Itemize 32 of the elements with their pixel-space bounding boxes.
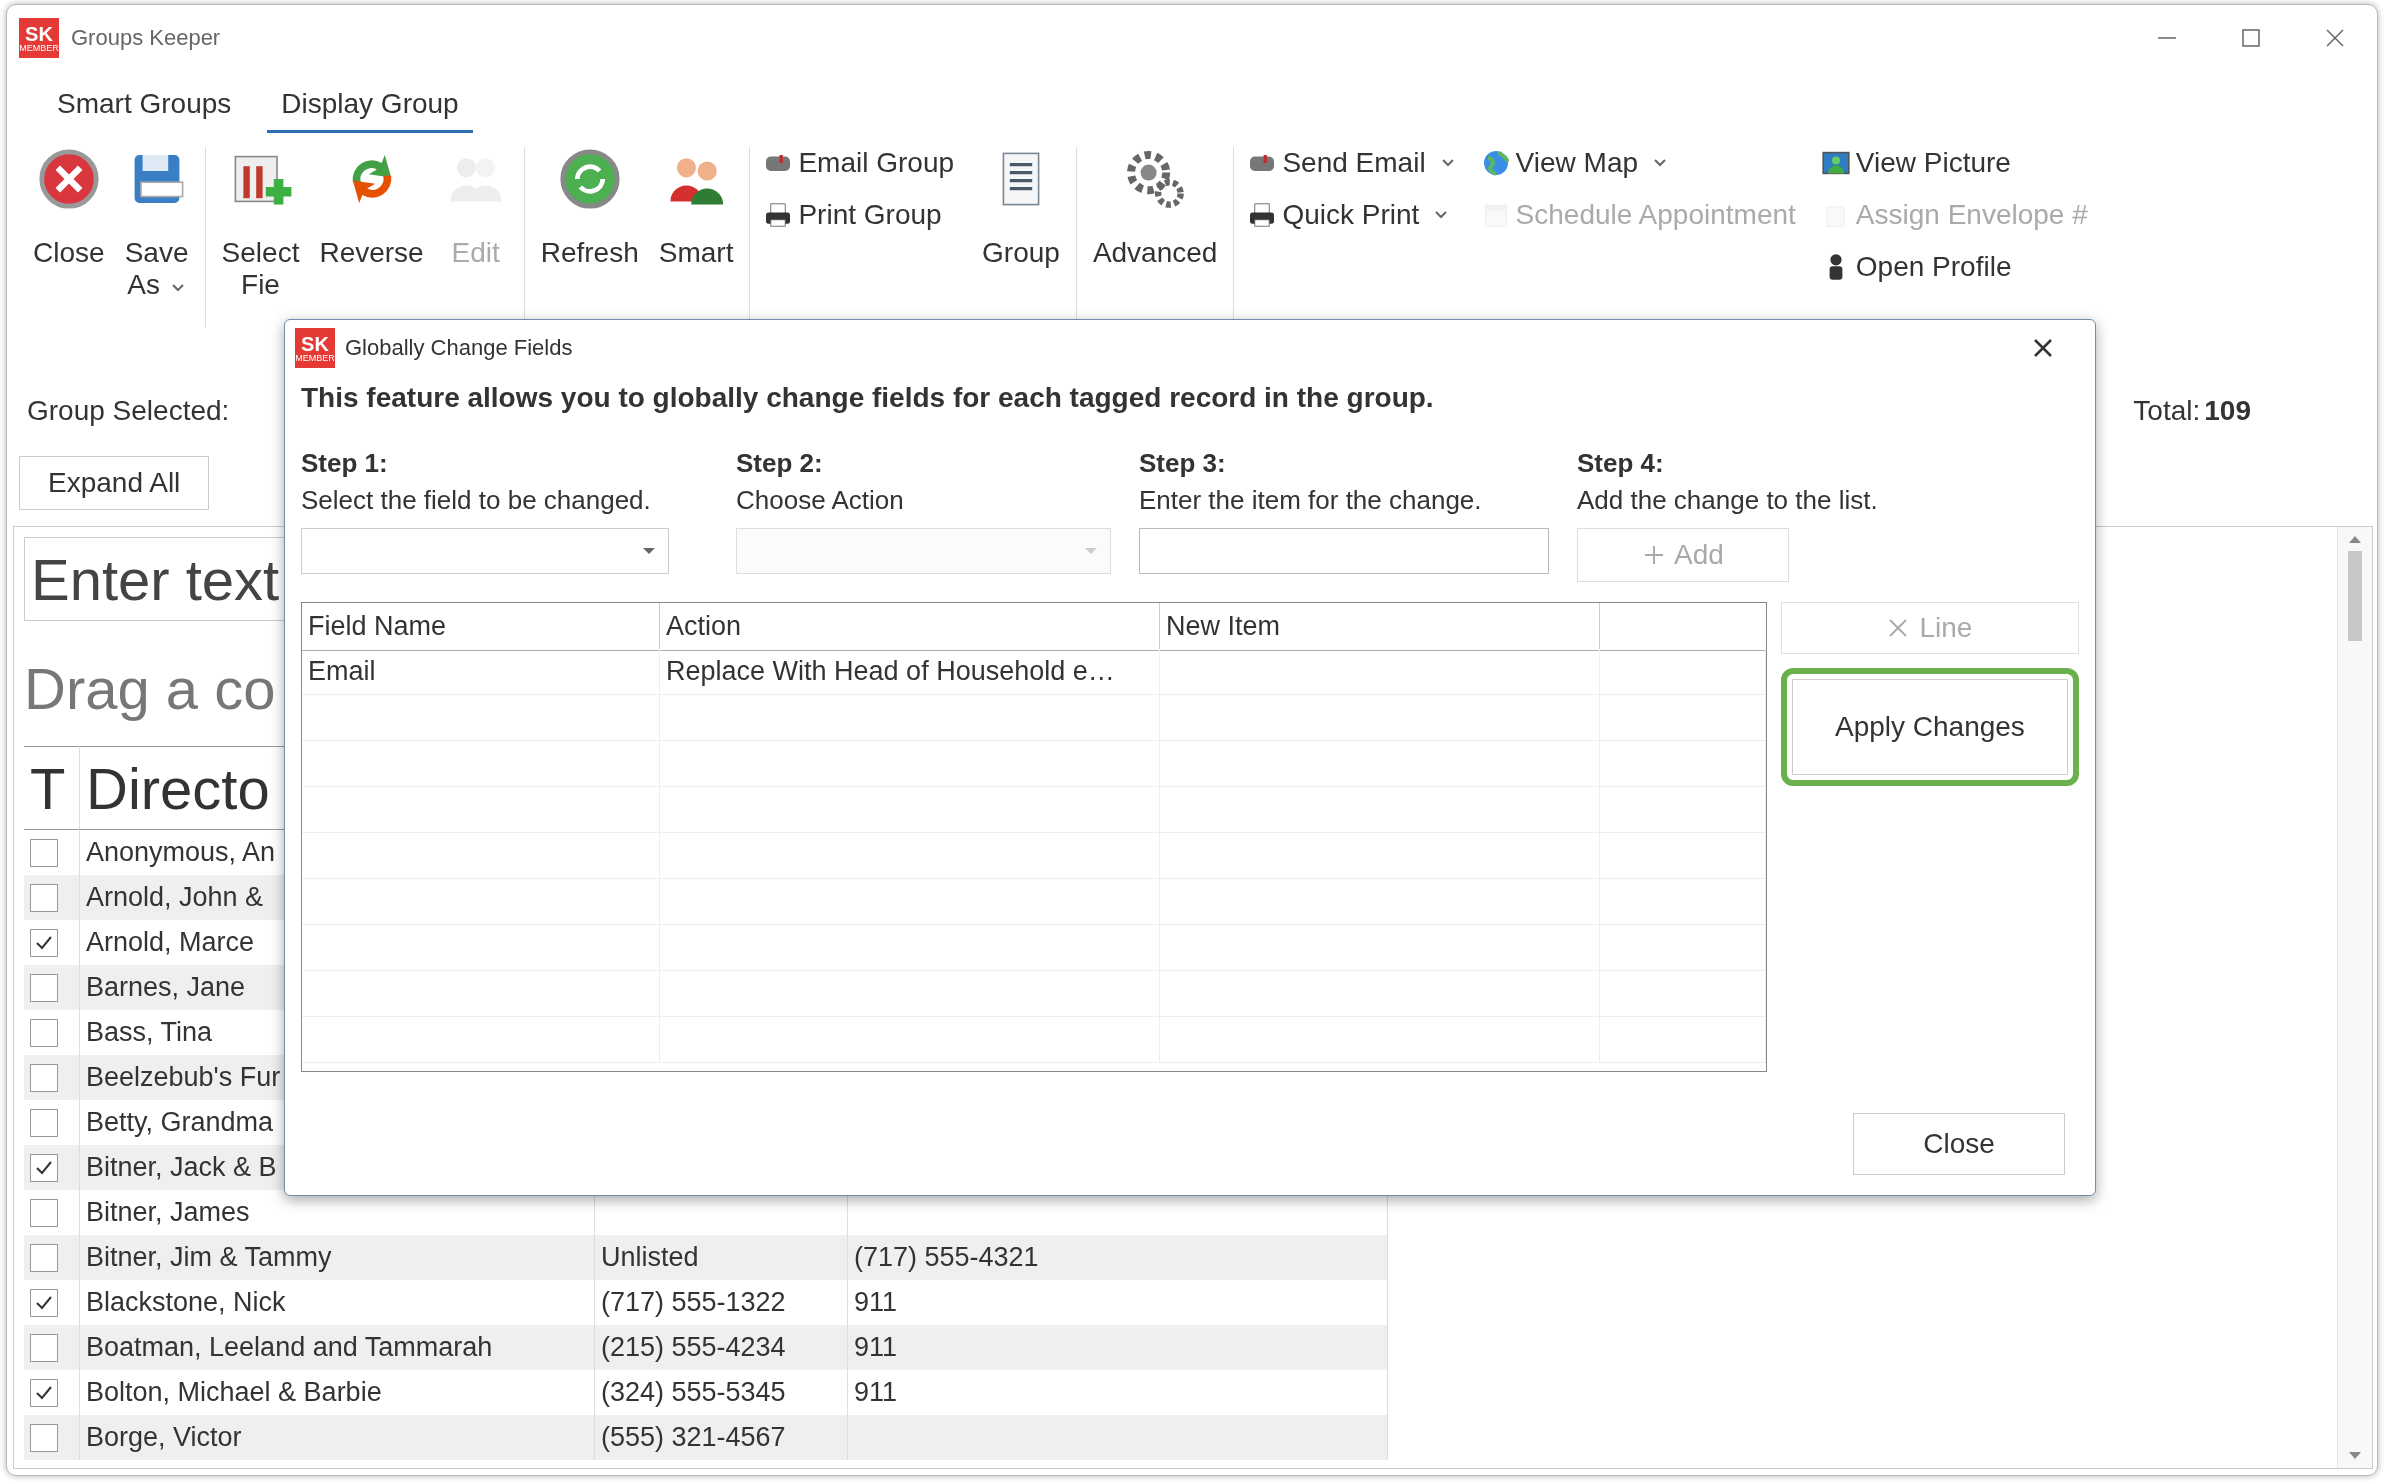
table-cell: (717) 555-4321 <box>848 1235 1388 1280</box>
table-cell: (555) 321-4567 <box>595 1415 848 1460</box>
step-instruction: Enter the item for the change. <box>1139 485 1483 516</box>
column-header: Action <box>660 603 1160 651</box>
column-header: Directo <box>86 754 270 822</box>
step-title: Step 2: <box>736 448 824 479</box>
step-instruction: Choose Action <box>736 485 905 516</box>
column-header: Field Name <box>302 603 660 651</box>
step-instruction: Select the field to be changed. <box>301 485 652 516</box>
table-cell: 911 <box>848 1325 1388 1370</box>
table-cell: Bitner, Jim & Tammy <box>80 1235 595 1280</box>
total-label: Total: <box>2133 395 2201 427</box>
step-title: Step 1: <box>301 448 389 479</box>
step-title: Step 4: <box>1577 448 1665 479</box>
step-instruction: Add the change to the list. <box>1577 485 1879 516</box>
app-logo: SK MEMBER <box>19 18 59 58</box>
total-count: 109 <box>2204 395 2251 427</box>
group-by-hint: Drag a co <box>24 655 276 722</box>
window-title: Groups Keeper <box>71 25 221 51</box>
table-cell: Email <box>302 649 660 695</box>
app-logo: SK MEMBER <box>295 328 335 368</box>
column-header: New Item <box>1160 603 1600 651</box>
table-cell: Borge, Victor <box>80 1415 595 1460</box>
dialog-title: Globally Change Fields <box>345 335 573 361</box>
table-cell: Unlisted <box>595 1235 848 1280</box>
table-cell: Replace With Head of Household e… <box>660 649 1160 695</box>
dialog-heading: This feature allows you to globally change fields for each tagged record in the group. <box>301 382 1435 414</box>
table-cell: (215) 555-4234 <box>595 1325 848 1370</box>
step-title: Step 3: <box>1139 448 1227 479</box>
column-header: T <box>30 754 66 822</box>
table-cell: Boatman, Leeland and Tammarah <box>80 1325 595 1370</box>
group-selected-label: Group Selected: <box>27 395 230 427</box>
